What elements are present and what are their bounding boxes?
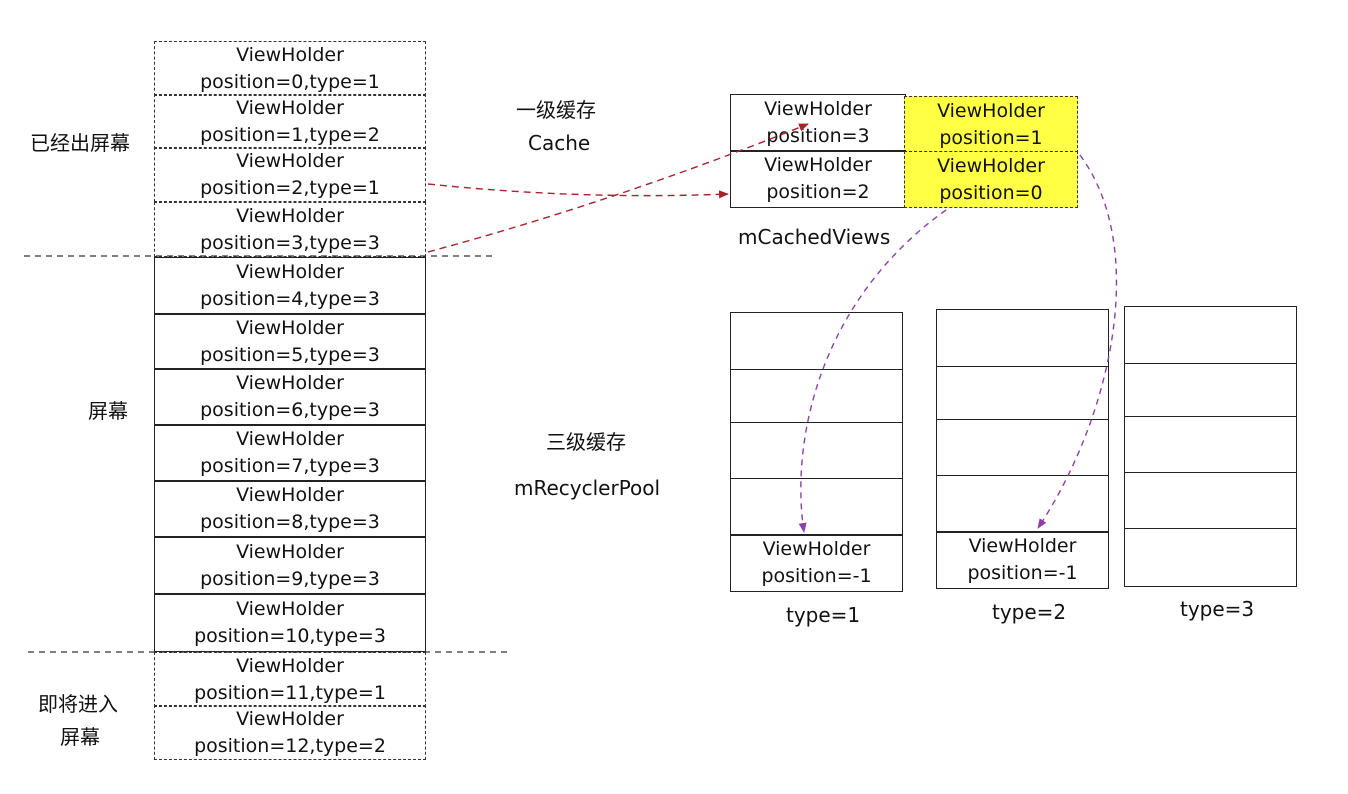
cache-cell-title: ViewHolder <box>937 154 1045 177</box>
list-item: ViewHolder position=1,type=2 <box>154 94 426 149</box>
cache-cell-title: ViewHolder <box>764 154 872 176</box>
list-item: ViewHolder position=3,type=3 <box>154 202 426 257</box>
list-item-title: ViewHolder <box>236 261 344 283</box>
list-item-sub: position=7,type=3 <box>200 455 380 477</box>
cache-cell-sub: position=0 <box>939 181 1043 204</box>
cached-views-label: mCachedViews <box>738 225 891 249</box>
pool-holder-title: ViewHolder <box>968 535 1077 557</box>
cache-cell-highlighted: ViewHolder position=1 <box>904 96 1078 153</box>
pool-slot <box>936 419 1109 477</box>
list-item-title: ViewHolder <box>236 540 344 563</box>
list-item: ViewHolder position=4,type=3 <box>154 257 426 315</box>
list-item-sub: position=5,type=3 <box>200 343 380 366</box>
list-item-title: ViewHolder <box>236 428 344 450</box>
pool-slot <box>1124 472 1297 530</box>
pool-slot <box>1124 416 1297 474</box>
list-item-sub: position=0,type=1 <box>200 70 380 93</box>
cache-cell-sub: position=1 <box>939 126 1043 149</box>
list-item-title: ViewHolder <box>236 316 344 339</box>
list-item-sub: position=6,type=3 <box>200 399 380 421</box>
list-item-sub: position=12,type=2 <box>194 734 386 757</box>
pool-holder: ViewHolder position=-1 <box>730 534 903 592</box>
cache-cell-title: ViewHolder <box>937 99 1045 122</box>
list-item-title: ViewHolder <box>236 372 344 394</box>
cache-name-label: Cache <box>528 131 591 155</box>
pool-slot <box>1124 528 1297 587</box>
list-item: ViewHolder position=0,type=1 <box>154 41 426 96</box>
screen-label: 屏幕 <box>88 399 128 423</box>
pool-slot <box>730 369 903 424</box>
pool-name-label: mRecyclerPool <box>514 476 661 500</box>
pool-slot <box>936 309 1109 368</box>
list-item: ViewHolder position=6,type=3 <box>154 368 426 426</box>
list-item: ViewHolder position=10,type=3 <box>154 593 426 652</box>
list-item-title: ViewHolder <box>236 484 344 506</box>
cache-cell-sub: position=2 <box>766 181 870 203</box>
list-item: ViewHolder position=5,type=3 <box>154 313 426 370</box>
list-item-sub: position=4,type=3 <box>200 288 380 310</box>
cache-arrow-position2 <box>427 183 729 199</box>
cache-cell-sub: position=3 <box>766 125 870 147</box>
list-item: ViewHolder position=11,type=1 <box>154 652 426 707</box>
pool-slot <box>1124 363 1297 418</box>
list-item-sub: position=8,type=3 <box>200 511 380 533</box>
list-item-sub: position=10,type=3 <box>194 624 386 647</box>
list-item-sub: position=2,type=1 <box>200 176 380 199</box>
pool-holder-sub: position=-1 <box>761 565 872 587</box>
incoming-label-line1: 即将进入 <box>38 692 118 716</box>
pool-level-label: 三级缓存 <box>546 430 626 454</box>
cache-cell: ViewHolder position=3 <box>730 94 906 152</box>
list-item: ViewHolder position=7,type=3 <box>154 424 426 482</box>
list-item-title: ViewHolder <box>236 96 344 119</box>
pool-holder-title: ViewHolder <box>762 538 871 560</box>
list-item: ViewHolder position=8,type=3 <box>154 480 426 538</box>
list-item: ViewHolder position=2,type=1 <box>154 147 426 202</box>
list-item: ViewHolder position=9,type=3 <box>154 536 426 595</box>
cache-cell-highlighted: ViewHolder position=0 <box>904 151 1078 208</box>
cache-cell-title: ViewHolder <box>764 98 872 120</box>
pool-type1-label: type=1 <box>786 603 861 627</box>
pool-type2-label: type=2 <box>992 600 1067 624</box>
list-item-title: ViewHolder <box>236 707 344 730</box>
list-item-sub: position=9,type=3 <box>200 567 380 590</box>
list-item-title: ViewHolder <box>236 654 344 677</box>
pool-slot <box>936 366 1109 421</box>
list-item-sub: position=11,type=1 <box>194 681 386 704</box>
incoming-label-line2: 屏幕 <box>60 725 100 749</box>
list-item: ViewHolder position=12,type=2 <box>154 705 426 760</box>
pool-slot <box>730 478 903 536</box>
pool-slot <box>730 312 903 371</box>
list-item-title: ViewHolder <box>236 597 344 620</box>
cache-cell: ViewHolder position=2 <box>730 150 906 208</box>
pool-slot <box>730 422 903 480</box>
pool-holder: ViewHolder position=-1 <box>936 531 1109 589</box>
list-item-title: ViewHolder <box>236 43 344 66</box>
cache-level-label: 一级缓存 <box>516 98 596 122</box>
list-item-sub: position=3,type=3 <box>200 231 380 254</box>
pool-type3-label: type=3 <box>1180 597 1255 621</box>
list-item-title: ViewHolder <box>236 204 344 227</box>
list-item-sub: position=1,type=2 <box>200 123 380 146</box>
pool-slot <box>936 475 1109 533</box>
pool-holder-sub: position=-1 <box>967 562 1078 584</box>
offscreen-label: 已经出屏幕 <box>30 131 130 155</box>
list-item-title: ViewHolder <box>236 149 344 172</box>
pool-slot <box>1124 306 1297 365</box>
